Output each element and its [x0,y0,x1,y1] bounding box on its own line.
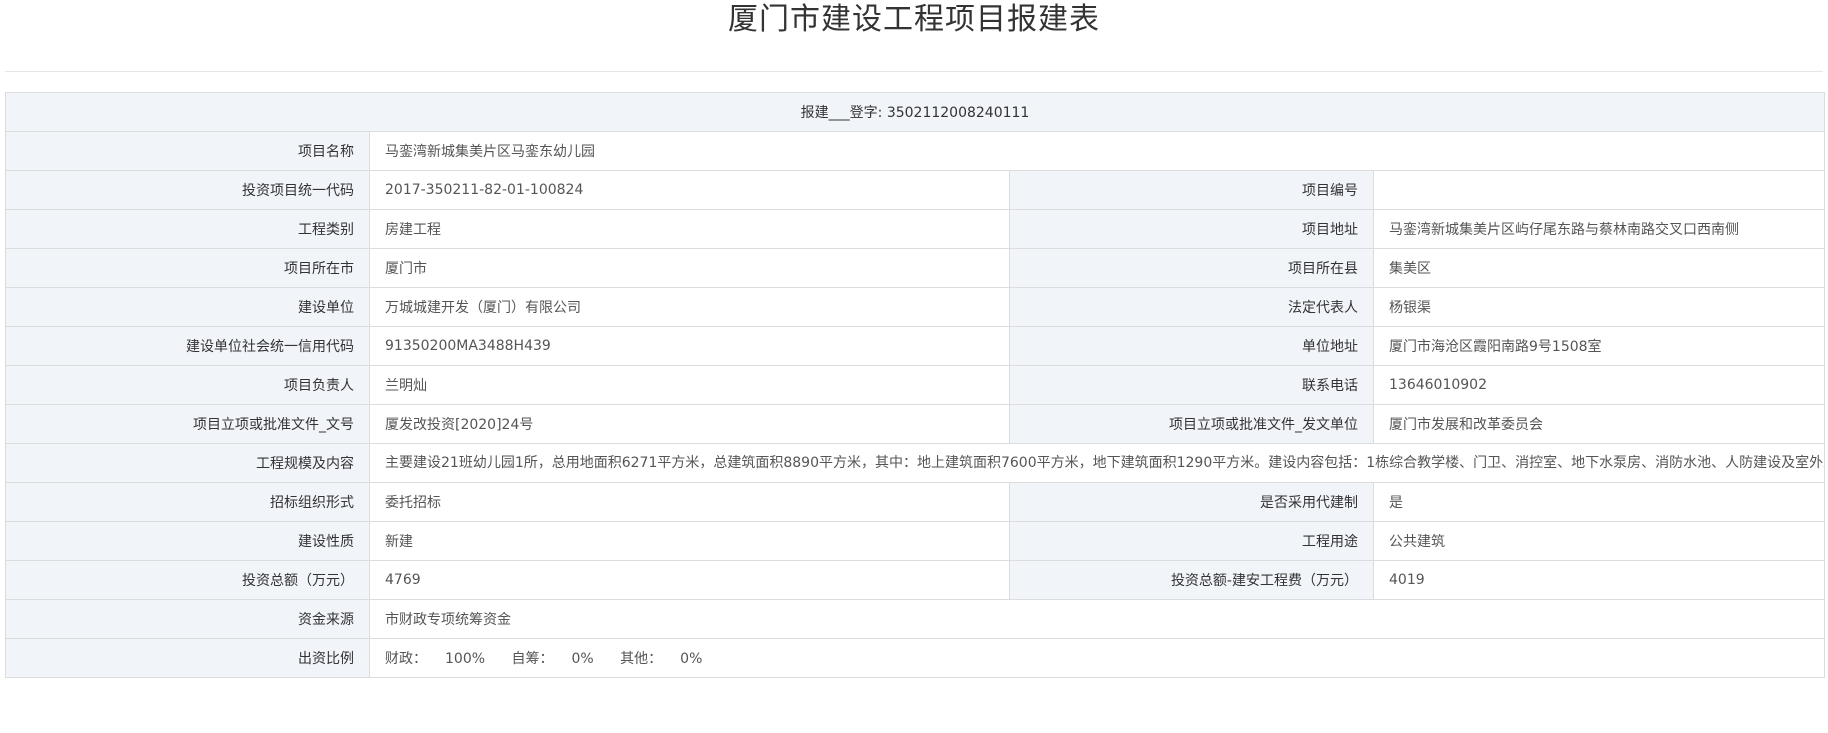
field-label: 项目所在县 [1009,248,1374,288]
field-label: 工程用途 [1009,521,1374,561]
ratio-label: 其他： [620,651,663,667]
field-label: 投资项目统一代码 [5,170,370,210]
builder-value: 万城城建开发（厦门）有限公司 [369,287,1010,327]
field-label: 建设性质 [5,521,370,561]
unit-addr-value: 厦门市海沧区霞阳南路9号1508室 [1373,326,1825,366]
project-name-value: 马銮湾新城集美片区马銮东幼儿园 [369,131,1825,171]
invest-code-value: 2017-350211-82-01-100824 [369,170,1010,210]
ratio-item-self-raised: 自筹： 0% [511,648,593,668]
field-label: 项目立项或批准文件_文号 [5,404,370,444]
table-row: 出资比例 财政： 100% 自筹： 0% 其他： 0% [5,638,1825,678]
page-title: 厦门市建设工程项目报建表 [728,2,1100,37]
field-label: 项目立项或批准文件_发文单位 [1009,404,1374,444]
field-label: 项目地址 [1009,209,1374,249]
ratio-value: 0% [680,651,703,667]
project-registration-table: 报建___登字: 3502112008240111 项目名称 马銮湾新城集美片区… [5,92,1825,678]
field-label: 建设单位 [5,287,370,327]
field-label: 投资总额-建安工程费（万元） [1009,560,1374,600]
table-row: 工程类别 房建工程 项目地址 马銮湾新城集美片区屿仔尾东路与蔡林南路交叉口西南侧 [5,209,1825,249]
field-label: 资金来源 [5,599,370,639]
field-label: 项目所在市 [5,248,370,288]
table-row: 项目负责人 兰明灿 联系电话 13646010902 [5,365,1825,405]
project-addr-value: 马銮湾新城集美片区屿仔尾东路与蔡林南路交叉口西南侧 [1373,209,1825,249]
field-label: 建设单位社会统一信用代码 [5,326,370,366]
table-row: 项目名称 马銮湾新城集美片区马銮东幼儿园 [5,131,1825,171]
table-row: 工程规模及内容 主要建设21班幼儿园1所，总用地面积6271平方米，总建筑面积8… [5,443,1825,483]
ratio-value: 0% [571,651,594,667]
registration-label: 报建___登字: [800,105,883,121]
registration-header: 报建___登字: 3502112008240111 [5,92,1825,132]
ratio-label: 自筹： [511,651,554,667]
table-row: 项目所在市 厦门市 项目所在县 集美区 [5,248,1825,288]
field-label: 联系电话 [1009,365,1374,405]
legal-rep-value: 杨银渠 [1373,287,1825,327]
field-label: 项目编号 [1009,170,1374,210]
scale-value: 主要建设21班幼儿园1所，总用地面积6271平方米，总建筑面积8890平方米，其… [369,443,1825,483]
nature-value: 新建 [369,521,1010,561]
field-label: 项目负责人 [5,365,370,405]
city-value: 厦门市 [369,248,1010,288]
table-row: 资金来源 市财政专项统筹资金 [5,599,1825,639]
usage-value: 公共建筑 [1373,521,1825,561]
table-row: 建设性质 新建 工程用途 公共建筑 [5,521,1825,561]
title-divider [5,71,1823,72]
phone-value: 13646010902 [1373,365,1825,405]
funding-ratio-value: 财政： 100% 自筹： 0% 其他： 0% [369,638,1825,678]
approval-doc-value: 厦发改投资[2020]24号 [369,404,1010,444]
field-label: 工程规模及内容 [5,443,370,483]
table-row: 建设单位社会统一信用代码 91350200MA3488H439 单位地址 厦门市… [5,326,1825,366]
field-label: 是否采用代建制 [1009,482,1374,522]
approval-unit-value: 厦门市发展和改革委员会 [1373,404,1825,444]
ratio-label: 财政： [385,651,427,667]
table-row: 建设单位 万城城建开发（厦门）有限公司 法定代表人 杨银渠 [5,287,1825,327]
project-no-value [1373,170,1825,210]
field-label: 出资比例 [5,638,370,678]
table-row: 投资项目统一代码 2017-350211-82-01-100824 项目编号 [5,170,1825,210]
table-row: 招标组织形式 委托招标 是否采用代建制 是 [5,482,1825,522]
field-label: 单位地址 [1009,326,1374,366]
agent-system-value: 是 [1373,482,1825,522]
ratio-value: 100% [445,651,486,667]
registration-row: 报建___登字: 3502112008240111 [5,92,1825,132]
credit-code-value: 91350200MA3488H439 [369,326,1010,366]
fund-source-value: 市财政专项统筹资金 [369,599,1825,639]
total-invest-value: 4769 [369,560,1010,600]
field-label: 投资总额（万元） [5,560,370,600]
registration-number: 3502112008240111 [886,105,1030,121]
field-label: 项目名称 [5,131,370,171]
ratio-item-finance: 财政： 100% [385,648,485,668]
field-label: 法定代表人 [1009,287,1374,327]
manager-value: 兰明灿 [369,365,1010,405]
eng-type-value: 房建工程 [369,209,1010,249]
bidding-value: 委托招标 [369,482,1010,522]
table-row: 投资总额（万元） 4769 投资总额-建安工程费（万元） 4019 [5,560,1825,600]
field-label: 工程类别 [5,209,370,249]
ratio-item-other: 其他： 0% [620,648,702,668]
table-row: 项目立项或批准文件_文号 厦发改投资[2020]24号 项目立项或批准文件_发文… [5,404,1825,444]
install-cost-value: 4019 [1373,560,1825,600]
field-label: 招标组织形式 [5,482,370,522]
county-value: 集美区 [1373,248,1825,288]
